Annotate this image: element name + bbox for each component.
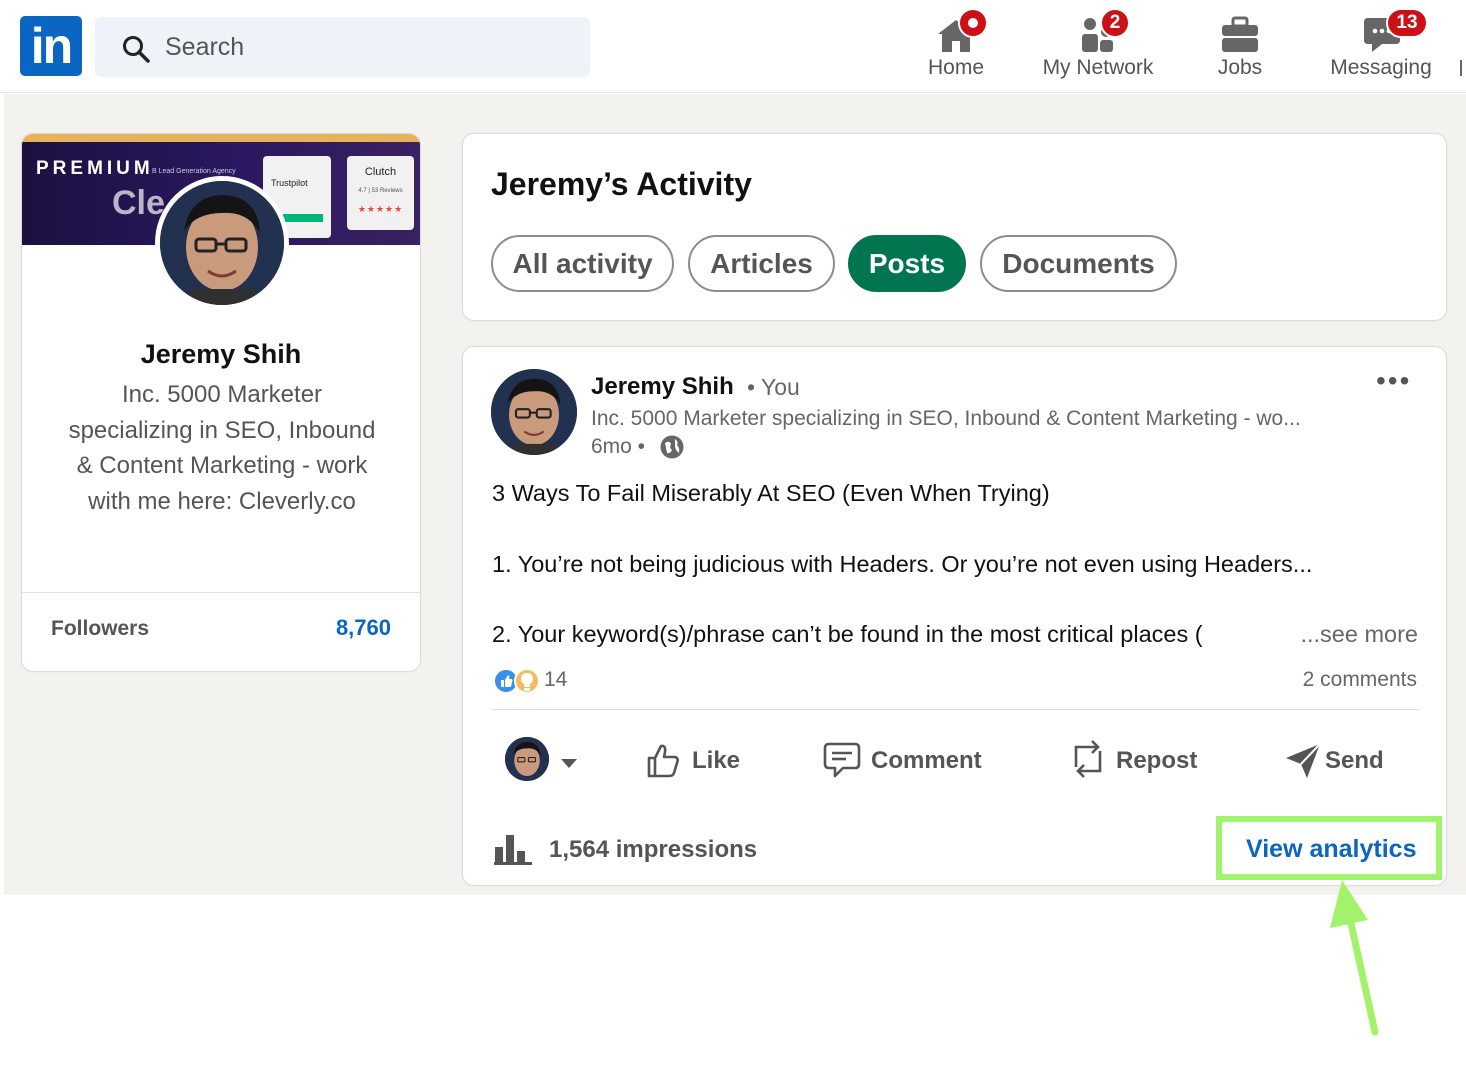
banner-brand: Cle [112,184,165,222]
like-icon [647,744,679,778]
filter-articles[interactable]: Articles [688,235,835,292]
bar-chart-icon [494,835,532,865]
post-author-name[interactable]: Jeremy Shih [591,373,734,401]
nav-messaging-label: Messaging [1330,56,1432,79]
comment-button[interactable]: Comment [821,737,1001,787]
post-author-avatar[interactable] [491,369,577,455]
clutch-label: Clutch [364,166,397,178]
like-button[interactable]: Like [643,737,763,787]
post-card: Jeremy Shih • You Inc. 5000 Marketer spe… [462,346,1447,886]
filter-all-activity[interactable]: All activity [491,235,674,292]
followers-label[interactable]: Followers [51,617,149,641]
clutch-stars: ★★★★★ [357,204,404,214]
post-options-icon[interactable]: ••• [1376,367,1411,395]
followers-count[interactable]: 8,760 [336,615,391,641]
messaging-notification-badge: 13 [1386,8,1428,38]
impressions-count: 1,564 impressions [549,836,758,863]
clutch-badge: Clutch 4.7 | 53 Reviews ★★★★★ [347,156,414,230]
post-author-tag: • You [747,374,800,400]
post-divider [491,709,1419,710]
search-bar[interactable] [95,17,590,77]
activity-card: Jeremy’s Activity All activity Articles … [462,133,1447,321]
nav-my-network-label: My Network [1042,56,1154,79]
annotation-arrow [1330,880,1379,1036]
profile-divider [22,592,420,593]
send-icon [1286,743,1321,778]
nav-home-label: Home [927,56,985,79]
repost-label: Repost [1116,747,1198,774]
trustpilot-label: Trustpilot [271,178,308,188]
comments-count[interactable]: 2 comments [1303,668,1417,692]
nav-messaging[interactable]: 13 Messaging [1322,6,1440,86]
reaction-identity-avatar[interactable] [505,737,549,781]
nav-jobs[interactable]: Jobs [1200,6,1280,86]
search-icon [123,36,150,63]
post-line-3: 2. Your keyword(s)/phrase can’t be found… [492,621,1203,647]
post-timestamp: 6mo • [591,435,646,458]
view-analytics-label: View analytics [1246,835,1417,863]
view-analytics-button[interactable]: View analytics [1216,816,1442,880]
banner-subtitle: B Lead Generation Agency [152,168,236,175]
nav-my-network[interactable]: 2 My Network [1034,6,1162,86]
avatar-portrait [491,369,577,455]
repost-button[interactable]: Repost [1068,737,1218,787]
banner-premium-text: PREMIUM [36,158,154,179]
see-more-link[interactable]: ...see more [1296,621,1418,648]
clutch-rating: 4.7 | 53 Reviews [358,188,403,194]
post-line-1: 3 Ways To Fail Miserably At SEO (Even Wh… [492,480,1050,506]
briefcase-icon [1222,16,1258,52]
linkedin-logo[interactable]: in [20,16,82,76]
avatar-portrait [505,737,549,781]
filter-documents[interactable]: Documents [980,235,1177,292]
post-author-headline: Inc. 5000 Marketer specializing in SEO, … [591,407,1301,430]
activity-title: Jeremy’s Activity [491,166,752,202]
filter-posts[interactable]: Posts [848,235,966,292]
send-label: Send [1325,747,1384,774]
send-button[interactable]: Send [1283,737,1413,787]
profile-name[interactable]: Jeremy Shih [22,339,420,370]
nav-overflow-edge [1460,60,1462,76]
comment-label: Comment [871,747,982,774]
comment-icon [823,742,861,778]
post-line-2: 1. You’re not being judicious with Heade… [492,551,1313,577]
premium-strip [22,134,420,142]
reaction-icons [493,668,540,694]
home-notification-badge [958,8,988,38]
nav-jobs-label: Jobs [1217,56,1263,79]
reactions-count[interactable]: 14 [544,668,567,692]
search-input[interactable] [165,27,565,67]
repost-icon [1074,740,1102,778]
network-notification-badge: 2 [1100,8,1130,38]
like-label: Like [692,747,741,774]
nav-home[interactable]: Home [916,6,996,86]
globe-icon [660,435,684,459]
trustpilot-stars [283,214,323,222]
top-navigation-bar: in Home 2 My Network [0,0,1466,93]
avatar-portrait [160,181,284,305]
profile-avatar[interactable] [155,176,289,310]
profile-headline: Inc. 5000 Marketer specializing in SEO, … [68,381,376,515]
profile-card: PREMIUM B Lead Generation Agency Cle Tru… [21,133,421,672]
chevron-down-icon[interactable] [561,759,577,768]
